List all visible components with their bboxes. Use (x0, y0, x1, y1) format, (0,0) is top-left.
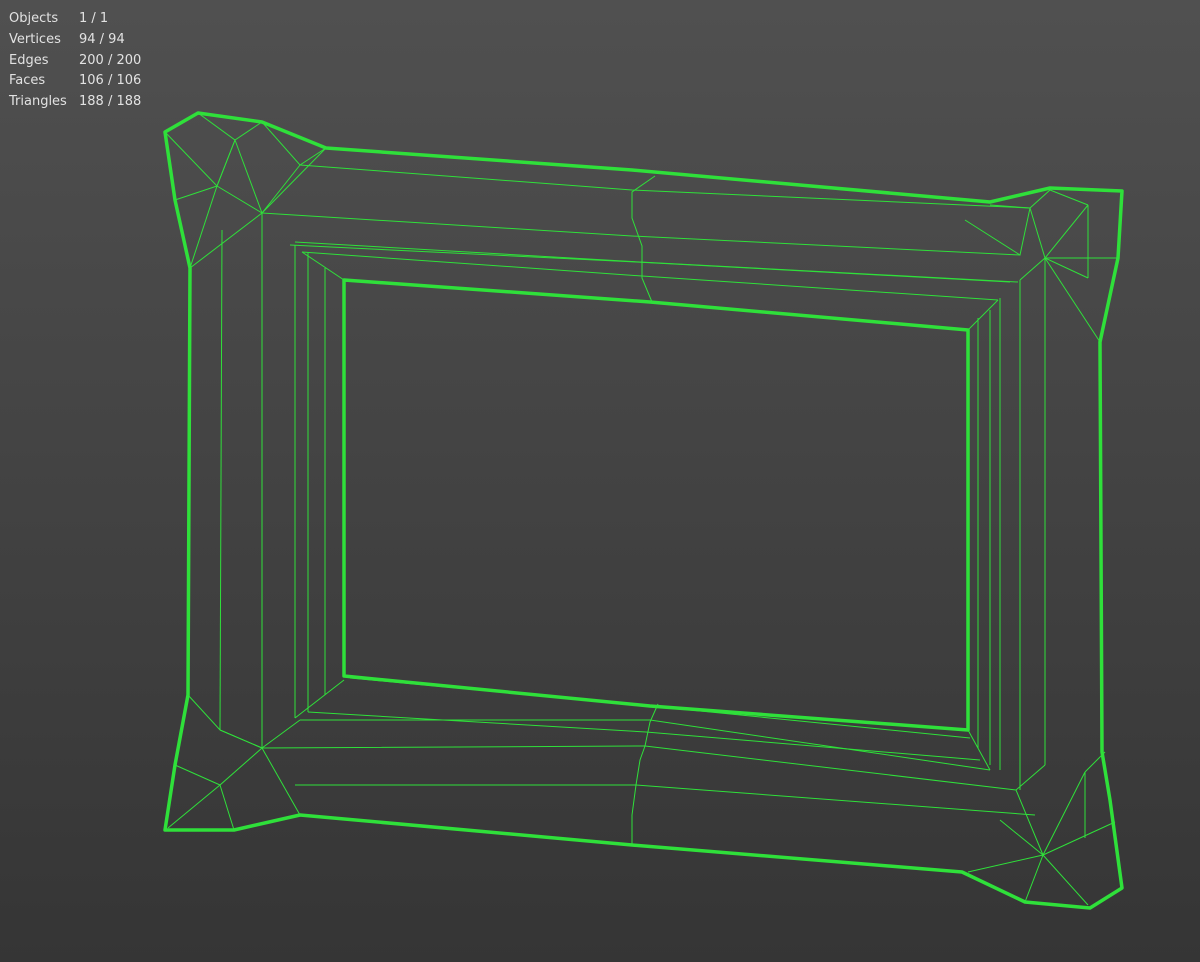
picture-frame-mesh[interactable] (0, 0, 1200, 962)
frame-inner-outline (342, 278, 970, 732)
mesh-wire-edges (164, 112, 1118, 906)
stats-overlay: Objects 1 / 1 Vertices 94 / 94 Edges 200… (9, 9, 141, 113)
stat-value: 200 / 200 (79, 52, 142, 68)
stat-label: Edges (9, 52, 49, 68)
stat-value: 1 / 1 (79, 11, 109, 26)
stat-label: Objects (9, 11, 59, 26)
stat-label: Faces (9, 73, 46, 89)
stat-value: 94 / 94 (79, 31, 125, 47)
stat-value: 188 / 188 (79, 94, 142, 110)
stat-triangles: Triangles 188 / 188 (9, 92, 141, 113)
stat-label: Triangles (9, 94, 67, 110)
stat-label: Vertices (9, 31, 61, 47)
stat-edges: Edges 200 / 200 (9, 51, 141, 72)
stat-objects: Objects 1 / 1 (9, 9, 141, 30)
stat-vertices: Vertices 94 / 94 (9, 30, 141, 51)
stat-value: 106 / 106 (79, 73, 142, 89)
stat-faces: Faces 106 / 106 (9, 71, 141, 92)
3d-viewport[interactable]: Objects 1 / 1 Vertices 94 / 94 Edges 200… (0, 0, 1200, 962)
